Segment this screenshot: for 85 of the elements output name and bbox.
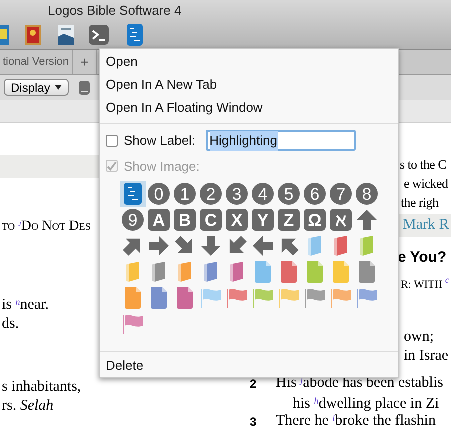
verse-text: rs. Selah (1, 397, 54, 414)
image-option[interactable]: Ω (302, 207, 328, 234)
flag-icon (278, 287, 300, 310)
panel-icon[interactable] (79, 80, 90, 94)
verse-text: s to the C (400, 156, 446, 174)
flag-icon (122, 313, 144, 336)
image-option[interactable]: 4 (250, 181, 276, 208)
list-app-icon (124, 183, 142, 206)
verse-text: his $^{h}$dwelling place in Zi (293, 394, 440, 412)
document-icon (254, 261, 272, 284)
arrow-icon (200, 235, 222, 258)
image-option[interactable]: Z (276, 207, 302, 234)
heading-text: R: WITH $^{c}$ (401, 276, 450, 292)
verse-number: 2 (249, 376, 258, 392)
verse-text: s inhabitants, (1, 378, 82, 395)
flag-icon (252, 287, 274, 310)
section-heading: e You? (398, 248, 447, 268)
image-option[interactable]: 7 (328, 181, 354, 208)
document-tab[interactable]: tional Version (0, 50, 74, 74)
terminal-icon[interactable] (89, 25, 109, 45)
flag-icon (356, 287, 378, 310)
flag-icon (330, 287, 352, 310)
image-option[interactable]: A (146, 207, 172, 234)
document-icon (150, 287, 168, 310)
show-image-label: Show Image: (124, 158, 200, 176)
arrow-icon (356, 209, 378, 232)
window-title: Logos Bible Software 4 (48, 2, 182, 20)
image-option[interactable]: 6 (302, 181, 328, 208)
image-option[interactable]: X (224, 207, 250, 234)
image-option[interactable]: B (172, 207, 198, 234)
arrow-icon (252, 235, 274, 258)
book-cover-icon[interactable] (25, 25, 41, 45)
book-cover-icon[interactable] (0, 25, 9, 45)
document-icon (358, 261, 376, 284)
heading-text: to $^{j}$Do Not Des (1, 216, 91, 235)
image-option[interactable]: Y (250, 207, 276, 234)
new-tab-button[interactable]: + (73, 50, 98, 74)
verse-text: e wicked (404, 175, 448, 193)
image-option[interactable]: C (198, 207, 224, 234)
verse-number: 3 (249, 414, 258, 428)
image-option[interactable]: ℵ (328, 207, 354, 234)
verse-text: own; (404, 328, 434, 345)
book-icon (306, 235, 324, 258)
document-icon (176, 287, 194, 310)
book-icon (332, 235, 350, 258)
verse-text: There he $^{i}$broke the flashin (276, 412, 436, 428)
image-option[interactable]: 2 (198, 181, 224, 208)
arrow-icon (148, 235, 170, 258)
image-option[interactable]: 8 (354, 181, 380, 208)
image-option[interactable]: 1 (172, 181, 198, 208)
menu-item[interactable]: Open In A Floating Window (100, 96, 398, 119)
flag-icon (200, 287, 222, 310)
menu-item[interactable]: Open (100, 50, 398, 73)
book-icon (228, 261, 246, 284)
image-option[interactable]: 5 (276, 181, 302, 208)
document-icon (306, 261, 324, 284)
verse-text: is $^{n}$near. (1, 296, 49, 313)
image-option[interactable]: 3 (224, 181, 250, 208)
verse-text: ds. (1, 315, 20, 332)
verse-text: the righ (401, 194, 439, 212)
menu-item[interactable]: Delete (100, 354, 398, 377)
label-input-field[interactable]: Highlighting (206, 130, 356, 152)
display-button[interactable]: Display (4, 79, 70, 96)
flag-icon (304, 287, 326, 310)
section-link[interactable]: Mark R (403, 214, 450, 236)
book-icon (150, 261, 168, 284)
image-option[interactable]: 0 (146, 181, 172, 208)
verse-text: in Israe (404, 347, 449, 364)
image-option[interactable]: 9 (120, 207, 146, 234)
book-icon (358, 235, 376, 258)
caret-icon (55, 85, 62, 90)
checkmark-icon (107, 161, 117, 172)
book-icon (124, 261, 142, 284)
checkbox[interactable] (106, 134, 118, 147)
book-cover-icon[interactable] (58, 25, 74, 45)
show-label-label: Show Label: (124, 132, 196, 150)
book-icon (176, 261, 194, 284)
flag-icon (226, 287, 248, 310)
list-app-icon[interactable] (127, 24, 143, 46)
document-icon (332, 261, 350, 284)
book-icon (202, 261, 220, 284)
document-icon (280, 261, 298, 284)
menu-item[interactable]: Open In A New Tab (100, 73, 398, 96)
document-icon (124, 287, 142, 310)
image-option[interactable] (120, 181, 146, 208)
